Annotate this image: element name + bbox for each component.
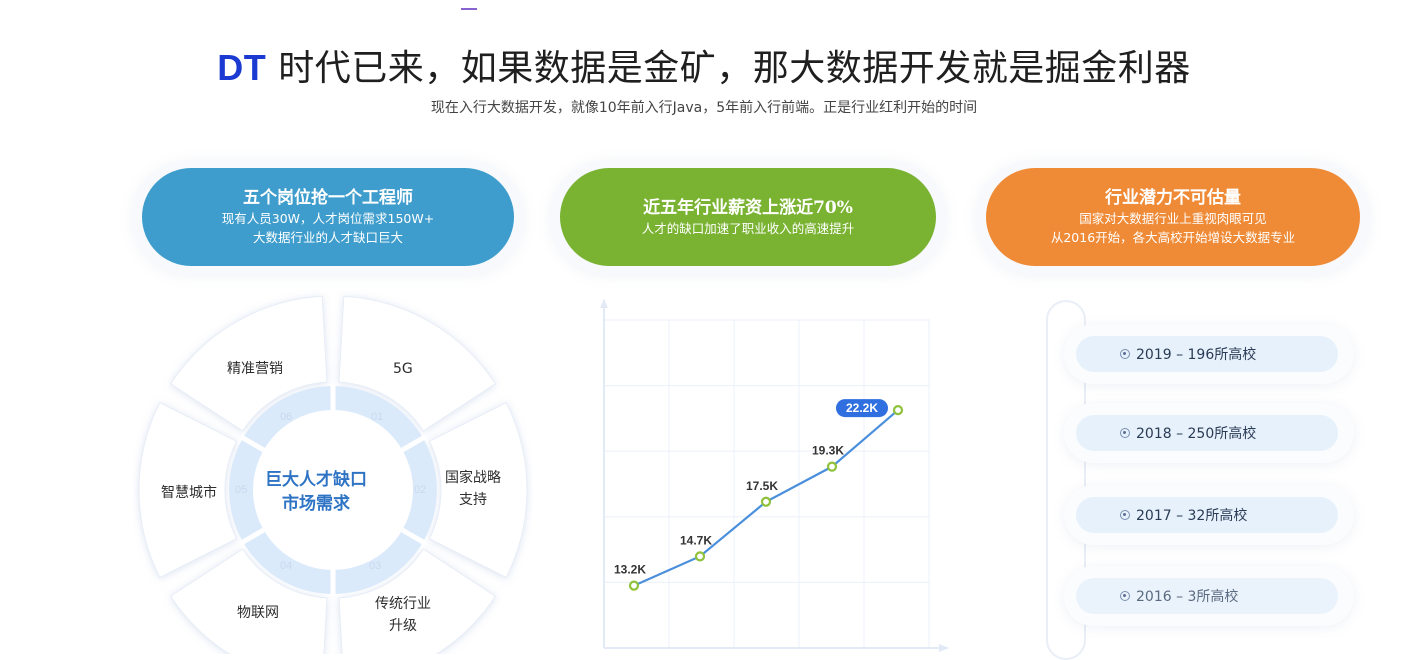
timeline-item-body: 2016 – 3所高校 [1076,578,1338,614]
feature-line: 人才的缺口加速了职业收入的高速提升 [641,220,855,236]
salary-line-chart: 13.2K 14.7K 17.5K 19.3K 22.2K [600,299,949,652]
timeline-item-text: 2016 – 3所高校 [1136,589,1239,605]
timeline-item-body: 2018 – 250所高校 [1076,415,1338,451]
timeline-item: 2018 – 250所高校 [1064,403,1354,463]
timeline-item: 2017 – 32所高校 [1064,485,1354,545]
title-text: 时代已来，如果数据是金矿，那大数据开发就是掘金利器 [266,48,1191,89]
feature-title: 五个岗位抢一个工程师 [243,188,413,208]
market-demand-diagram: 精准营销 5G 国家战略 支持 传统行业 升级 物联网 智慧城市 06 01 0… [133,290,533,654]
target-dot-icon [1120,591,1130,601]
feature-title: 行业潜力不可估量 [1105,188,1241,208]
center-label: 巨大人才缺口 市场需求 [241,468,391,516]
center-line-2: 市场需求 [282,494,350,514]
timeline-item: 2019 – 196所高校 [1064,324,1354,384]
segment-label-iot: 物联网 [237,605,279,621]
data-point [826,461,838,472]
feature-pill: 五个岗位抢一个工程师 现有人员30W，人才岗位需求150W+ 大数据行业的人才缺… [142,168,514,266]
target-dot-icon [1120,428,1130,438]
feature-pill: 行业潜力不可估量 国家对大数据行业上重视肉眼可见 从2016开始，各大高校开始增… [986,168,1360,266]
segment-number: 04 [280,560,293,572]
timeline-item-text: 2017 – 32所高校 [1136,508,1248,524]
segment-label-smart-city: 智慧城市 [161,485,217,501]
feature-line: 从2016开始，各大高校开始增设大数据专业 [1050,230,1296,245]
timeline-item-body: 2017 – 32所高校 [1076,497,1338,533]
title-highlight: DT [217,47,267,88]
data-label: 13.2K [614,563,646,577]
timeline-item: 2016 – 3所高校 [1064,566,1354,626]
university-timeline: 2019 – 196所高校 2018 – 250所高校 2017 – 32所高校… [1040,290,1360,660]
feature-card-potential: 行业潜力不可估量 国家对大数据行业上重视肉眼可见 从2016开始，各大高校开始增… [976,160,1370,274]
top-accent-bar [461,8,477,10]
segment-label-strategy: 国家战略 支持 [445,470,501,508]
data-point [694,551,706,562]
feature-line: 大数据行业的人才缺口巨大 [252,230,403,245]
page-subtitle: 现在入行大数据开发，就像10年前入行Java，5年前入行前端。正是行业红利开始的… [430,100,978,116]
y-axis-arrow [600,299,608,308]
target-dot-icon [1120,349,1130,359]
data-point [892,404,904,416]
timeline-item-text: 2019 – 196所高校 [1136,347,1257,363]
feature-line: 国家对大数据行业上重视肉眼可见 [1079,211,1267,226]
data-label: 14.7K [680,533,712,547]
segment-number: 03 [369,560,382,572]
segment-number: 06 [280,411,293,423]
feature-title: 近五年行业薪资上涨近70% [643,197,853,218]
segment-label-industry: 传统行业 升级 [375,596,431,634]
x-axis-arrow [939,644,949,652]
segment-label-marketing: 精准营销 [227,361,283,377]
center-line-1: 巨大人才缺口 [265,470,367,490]
timeline-item-text: 2018 – 250所高校 [1136,426,1257,442]
data-point [628,580,640,591]
timeline-item-body: 2019 – 196所高校 [1076,336,1338,372]
feature-pill: 近五年行业薪资上涨近70% 人才的缺口加速了职业收入的高速提升 [560,168,936,266]
feature-card-jobs: 五个岗位抢一个工程师 现有人员30W，人才岗位需求150W+ 大数据行业的人才缺… [132,160,524,274]
data-label: 17.5K [746,479,778,493]
data-point [760,496,772,507]
data-label: 22.2K [846,401,878,415]
page-title: DT 时代已来，如果数据是金矿，那大数据开发就是掘金利器 [0,44,1408,93]
salary-chart: 13.2K 14.7K 17.5K 19.3K 22.2K [594,296,964,654]
feature-card-salary: 近五年行业薪资上涨近70% 人才的缺口加速了职业收入的高速提升 [550,160,946,274]
data-label: 19.3K [812,444,844,458]
feature-line: 现有人员30W，人才岗位需求150W+ [221,211,435,226]
segment-number: 01 [371,411,384,423]
segment-number: 02 [414,484,427,496]
segment-label-5g: 5G [393,361,413,377]
target-dot-icon [1120,510,1130,520]
